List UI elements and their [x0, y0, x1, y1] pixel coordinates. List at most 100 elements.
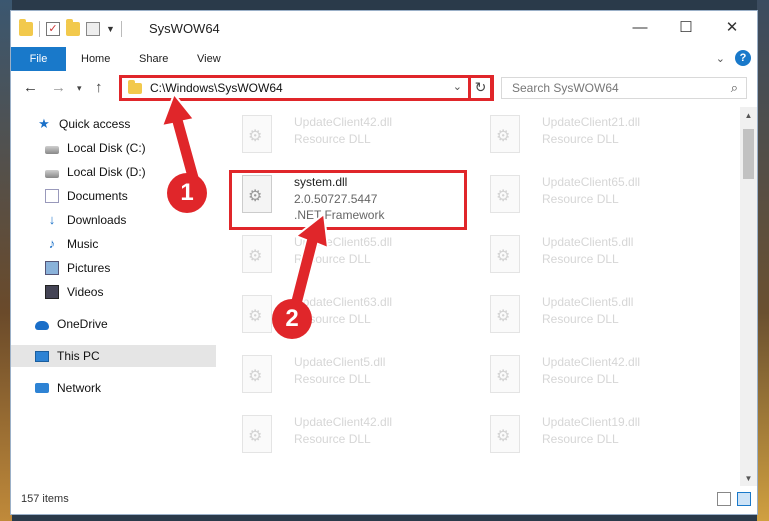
file-item[interactable]: UpdateClient42.dll Resource DLL: [234, 111, 464, 163]
sidebar-item-this-pc[interactable]: This PC: [11, 345, 228, 367]
sidebar-item-pictures[interactable]: Pictures 📌: [11, 257, 238, 279]
file-name: UpdateClient65.dll: [542, 175, 641, 189]
dll-file-icon: [242, 115, 272, 153]
dll-file-icon: [490, 415, 520, 453]
music-icon: ♪: [48, 236, 56, 251]
pictures-icon: [45, 261, 59, 275]
sidebar-item-downloads[interactable]: ↓ Downloads 📌: [11, 209, 238, 231]
callout-badge-1: 1: [167, 173, 207, 213]
file-name: UpdateClient19.dll: [542, 415, 641, 429]
maximize-button[interactable]: ☐: [663, 15, 709, 41]
file-item[interactable]: UpdateClient5.dll Resource DLL: [234, 351, 464, 403]
file-type: Resource DLL: [294, 132, 371, 146]
ribbon-tabs: File Home Share View ⌄ ?: [11, 47, 757, 99]
item-count: 157 items: [21, 493, 69, 505]
search-placeholder: Search SysWOW64: [512, 81, 619, 95]
sidebar-item-label: Downloads: [67, 213, 127, 227]
drive-icon: [45, 169, 59, 178]
sidebar-item-network[interactable]: Network: [11, 377, 228, 399]
customize-toolbar-icon[interactable]: [86, 22, 100, 36]
this-pc-icon: [35, 350, 49, 362]
scroll-down-arrow-icon[interactable]: ▼: [740, 470, 757, 487]
dll-file-icon: [242, 235, 272, 273]
minimize-button[interactable]: —: [617, 15, 663, 41]
file-type: Resource DLL: [542, 432, 619, 446]
documents-icon: [45, 189, 59, 203]
scrollbar-thumb[interactable]: [743, 129, 754, 179]
sidebar-item-label: Videos: [67, 285, 104, 299]
file-type: Resource DLL: [294, 372, 371, 386]
window-title: SysWOW64: [149, 21, 220, 36]
file-name: UpdateClient42.dll: [294, 415, 393, 429]
highlight-refresh-box: [468, 75, 494, 101]
up-arrow-icon[interactable]: ↑: [95, 79, 103, 96]
sidebar-item-music[interactable]: ♪ Music 📌: [11, 233, 238, 255]
file-item[interactable]: UpdateClient19.dll Resource DLL: [482, 411, 712, 463]
file-type: Resource DLL: [542, 132, 619, 146]
toolbar-separator: [120, 21, 122, 37]
file-name: UpdateClient42.dll: [294, 115, 393, 129]
dll-file-icon: [490, 115, 520, 153]
network-icon: [35, 383, 49, 393]
vertical-scrollbar[interactable]: ▲ ▼: [740, 107, 757, 487]
tab-home[interactable]: Home: [81, 47, 110, 71]
tab-view[interactable]: View: [197, 47, 221, 71]
sidebar-item-label: This PC: [57, 349, 100, 363]
file-type: Resource DLL: [542, 312, 619, 326]
sidebar-item-onedrive[interactable]: OneDrive: [11, 313, 228, 335]
file-name: UpdateClient21.dll: [542, 115, 641, 129]
new-folder-icon[interactable]: [66, 19, 80, 36]
file-item[interactable]: UpdateClient65.dll Resource DLL: [482, 171, 712, 223]
quick-access-toolbar: ✓ ▼: [19, 19, 122, 37]
back-arrow-icon[interactable]: ←: [23, 79, 38, 96]
desktop-background-right: [757, 0, 769, 521]
chevron-down-icon[interactable]: ⌄: [716, 52, 725, 65]
downloads-icon: ↓: [48, 212, 56, 227]
file-name: UpdateClient42.dll: [542, 355, 641, 369]
details-view-icon[interactable]: [717, 492, 731, 506]
file-item[interactable]: UpdateClient5.dll Resource DLL: [482, 231, 712, 283]
view-toggle: [717, 492, 751, 506]
help-icon[interactable]: ?: [735, 50, 751, 66]
file-type: Resource DLL: [542, 192, 619, 206]
search-icon[interactable]: ⌕: [731, 80, 738, 96]
tab-share[interactable]: Share: [139, 47, 168, 71]
file-item[interactable]: UpdateClient63.dll Resource DLL: [234, 291, 464, 343]
chevron-down-icon[interactable]: ▼: [106, 24, 115, 34]
tiles-view-icon[interactable]: [737, 492, 751, 506]
sidebar-item-label: Quick access: [59, 117, 131, 131]
properties-checkbox-icon[interactable]: ✓: [46, 22, 60, 36]
sidebar-item-label: Pictures: [67, 261, 111, 275]
scroll-up-arrow-icon[interactable]: ▲: [740, 107, 757, 124]
folder-icon: [19, 19, 33, 36]
file-item[interactable]: UpdateClient65.dll Resource DLL: [234, 231, 464, 283]
dll-file-icon: [490, 295, 520, 333]
dll-file-icon: [490, 235, 520, 273]
ribbon-controls: ⌄ ?: [716, 50, 751, 66]
sidebar-item-label: Local Disk (C:): [67, 141, 146, 155]
sidebar-item-label: Local Disk (D:): [67, 165, 146, 179]
dll-file-icon: [242, 355, 272, 393]
sidebar-item-label: Network: [57, 381, 102, 395]
status-bar: 157 items: [11, 486, 757, 514]
recent-locations-chevron-icon[interactable]: ▾: [77, 83, 82, 94]
sidebar-item-label: OneDrive: [57, 317, 108, 331]
sidebar-item-label: Documents: [67, 189, 128, 203]
sidebar-item-videos[interactable]: Videos 📌: [11, 281, 238, 303]
file-type: Resource DLL: [542, 372, 619, 386]
dll-file-icon: [490, 175, 520, 213]
file-type: Resource DLL: [294, 432, 371, 446]
file-name: UpdateClient5.dll: [542, 295, 634, 309]
file-item[interactable]: UpdateClient21.dll Resource DLL: [482, 111, 712, 163]
close-button[interactable]: ✕: [709, 15, 755, 41]
search-input[interactable]: Search SysWOW64 ⌕: [501, 77, 747, 99]
file-item[interactable]: UpdateClient5.dll Resource DLL: [482, 291, 712, 343]
videos-icon: [45, 285, 59, 299]
file-item[interactable]: UpdateClient42.dll Resource DLL: [234, 411, 464, 463]
dll-file-icon: [490, 355, 520, 393]
forward-arrow-icon[interactable]: →: [51, 79, 66, 96]
file-name: UpdateClient5.dll: [294, 355, 386, 369]
highlight-file-box: [229, 170, 467, 230]
file-item[interactable]: UpdateClient42.dll Resource DLL: [482, 351, 712, 403]
toolbar-separator: [39, 21, 40, 37]
